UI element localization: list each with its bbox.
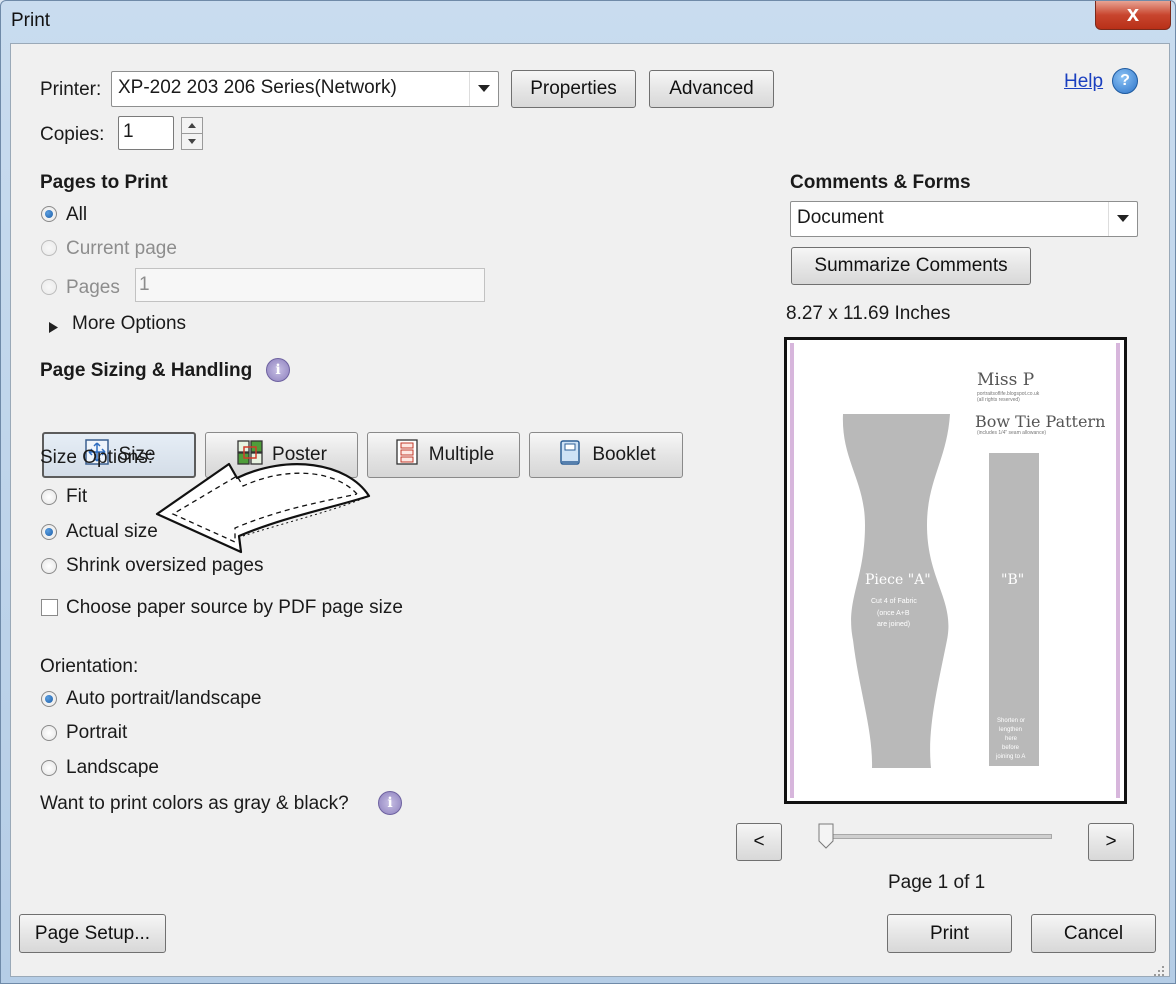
piece-b-note-3: here bbox=[1005, 736, 1018, 742]
radio-shrink[interactable] bbox=[41, 558, 57, 574]
radio-actual-size-label: Actual size bbox=[66, 521, 158, 542]
preview-title: Miss P bbox=[977, 370, 1035, 390]
paper-size-readout: 8.27 x 11.69 Inches bbox=[786, 303, 951, 324]
radio-portrait-label: Portrait bbox=[66, 722, 128, 743]
sizing-info-icon[interactable]: i bbox=[266, 358, 290, 382]
window-title: Print bbox=[11, 10, 51, 31]
booklet-icon bbox=[556, 438, 584, 472]
print-button[interactable]: Print bbox=[887, 914, 1012, 953]
preview-note: (includes 1/4" seam allowance) bbox=[977, 430, 1047, 436]
radio-fit[interactable] bbox=[41, 489, 57, 505]
orientation-label: Orientation: bbox=[40, 656, 139, 677]
radio-auto-orientation[interactable] bbox=[41, 691, 57, 707]
copies-value: 1 bbox=[123, 121, 134, 142]
spin-down-icon[interactable] bbox=[181, 134, 203, 150]
dialog-body: Printer: XP-202 203 206 Series(Network) … bbox=[10, 43, 1170, 977]
copies-spinner[interactable] bbox=[181, 117, 203, 150]
multiple-pages-icon bbox=[393, 438, 421, 472]
radio-actual-size[interactable] bbox=[41, 524, 57, 540]
annotation-arrow-icon bbox=[147, 452, 379, 560]
printer-label: Printer: bbox=[40, 79, 102, 100]
piece-b-note-1: Shorten or bbox=[997, 718, 1026, 724]
cancel-button[interactable]: Cancel bbox=[1031, 914, 1156, 953]
gray-info-icon[interactable]: i bbox=[378, 791, 402, 815]
properties-button[interactable]: Properties bbox=[511, 70, 636, 108]
resize-grip-icon[interactable] bbox=[1153, 961, 1165, 983]
paper-source-label: Choose paper source by PDF page size bbox=[66, 597, 403, 618]
radio-current-page[interactable] bbox=[41, 240, 57, 256]
piece-a-note-2: (once A+B bbox=[877, 610, 910, 617]
page-preview: Miss P portraitsoflife.blogspot.co.uk (a… bbox=[784, 337, 1127, 804]
help-link[interactable]: Help bbox=[1064, 71, 1103, 93]
piece-b-note-4: before bbox=[1002, 745, 1020, 751]
page-setup-button[interactable]: Page Setup... bbox=[19, 914, 166, 953]
gray-print-label: Want to print colors as gray & black? bbox=[40, 793, 349, 814]
comments-forms-select[interactable]: Document bbox=[790, 201, 1138, 237]
size-options-label: Size Options: bbox=[40, 447, 153, 468]
next-page-button[interactable]: > bbox=[1088, 823, 1134, 861]
printer-value: XP-202 203 206 Series(Network) bbox=[118, 77, 397, 98]
radio-pages-label: Pages bbox=[66, 277, 120, 298]
chevron-down-icon bbox=[469, 72, 498, 106]
radio-fit-label: Fit bbox=[66, 486, 88, 507]
radio-portrait[interactable] bbox=[41, 725, 57, 741]
title-bar: Print x bbox=[1, 1, 1175, 41]
mode-multiple-label: Multiple bbox=[428, 444, 495, 465]
help-question-icon[interactable]: ? bbox=[1112, 68, 1138, 94]
comments-forms-heading: Comments & Forms bbox=[790, 172, 971, 193]
piece-b-label: "B" bbox=[1001, 572, 1025, 588]
advanced-button[interactable]: Advanced bbox=[649, 70, 774, 108]
close-icon: x bbox=[1126, 1, 1140, 26]
piece-a-note-3: are joined) bbox=[877, 621, 911, 628]
pages-to-print-heading: Pages to Print bbox=[40, 172, 168, 193]
expand-triangle-icon[interactable] bbox=[49, 317, 58, 339]
page-slider-thumb[interactable] bbox=[818, 823, 834, 849]
copies-input[interactable]: 1 bbox=[118, 116, 174, 150]
radio-current-page-label: Current page bbox=[66, 238, 177, 259]
page-sizing-heading: Page Sizing & Handling bbox=[40, 360, 253, 381]
mode-booklet-button[interactable]: Booklet bbox=[529, 432, 683, 478]
piece-a-label: Piece "A" bbox=[865, 572, 931, 588]
radio-pages[interactable] bbox=[41, 279, 57, 295]
piece-b-note-2: lengthen bbox=[999, 727, 1023, 733]
spin-up-icon[interactable] bbox=[181, 117, 203, 134]
close-button[interactable]: x bbox=[1095, 1, 1171, 30]
radio-all-label: All bbox=[66, 204, 88, 225]
more-options-toggle[interactable]: More Options bbox=[72, 313, 186, 335]
radio-all[interactable] bbox=[41, 206, 57, 222]
page-status: Page 1 of 1 bbox=[888, 872, 986, 893]
copies-label: Copies: bbox=[40, 124, 105, 145]
piece-a-note-1: Cut 4 of Fabric bbox=[871, 598, 917, 605]
chevron-down-icon bbox=[1108, 202, 1137, 236]
radio-auto-orientation-label: Auto portrait/landscape bbox=[66, 688, 262, 709]
piece-b-note-5: joining to A bbox=[996, 754, 1026, 760]
radio-landscape-label: Landscape bbox=[66, 757, 159, 778]
preview-subtitle-2: (all rights reserved) bbox=[977, 397, 1020, 403]
preview-pattern-title: Bow Tie Pattern bbox=[975, 412, 1106, 431]
paper-source-checkbox[interactable] bbox=[41, 599, 58, 616]
comments-forms-value: Document bbox=[797, 207, 884, 228]
prev-page-button[interactable]: < bbox=[736, 823, 782, 861]
mode-booklet-label: Booklet bbox=[592, 444, 656, 465]
pages-range-value: 1 bbox=[139, 274, 150, 295]
piece-a-shape bbox=[842, 414, 1039, 768]
print-dialog-window: Print x Printer: XP-202 203 206 Series(N… bbox=[0, 0, 1176, 984]
mode-multiple-button[interactable]: Multiple bbox=[367, 432, 520, 478]
pages-range-input[interactable]: 1 bbox=[135, 268, 485, 302]
summarize-comments-button[interactable]: Summarize Comments bbox=[791, 247, 1031, 285]
radio-landscape[interactable] bbox=[41, 760, 57, 776]
page-slider-track[interactable] bbox=[826, 834, 1052, 839]
printer-select[interactable]: XP-202 203 206 Series(Network) bbox=[111, 71, 499, 107]
